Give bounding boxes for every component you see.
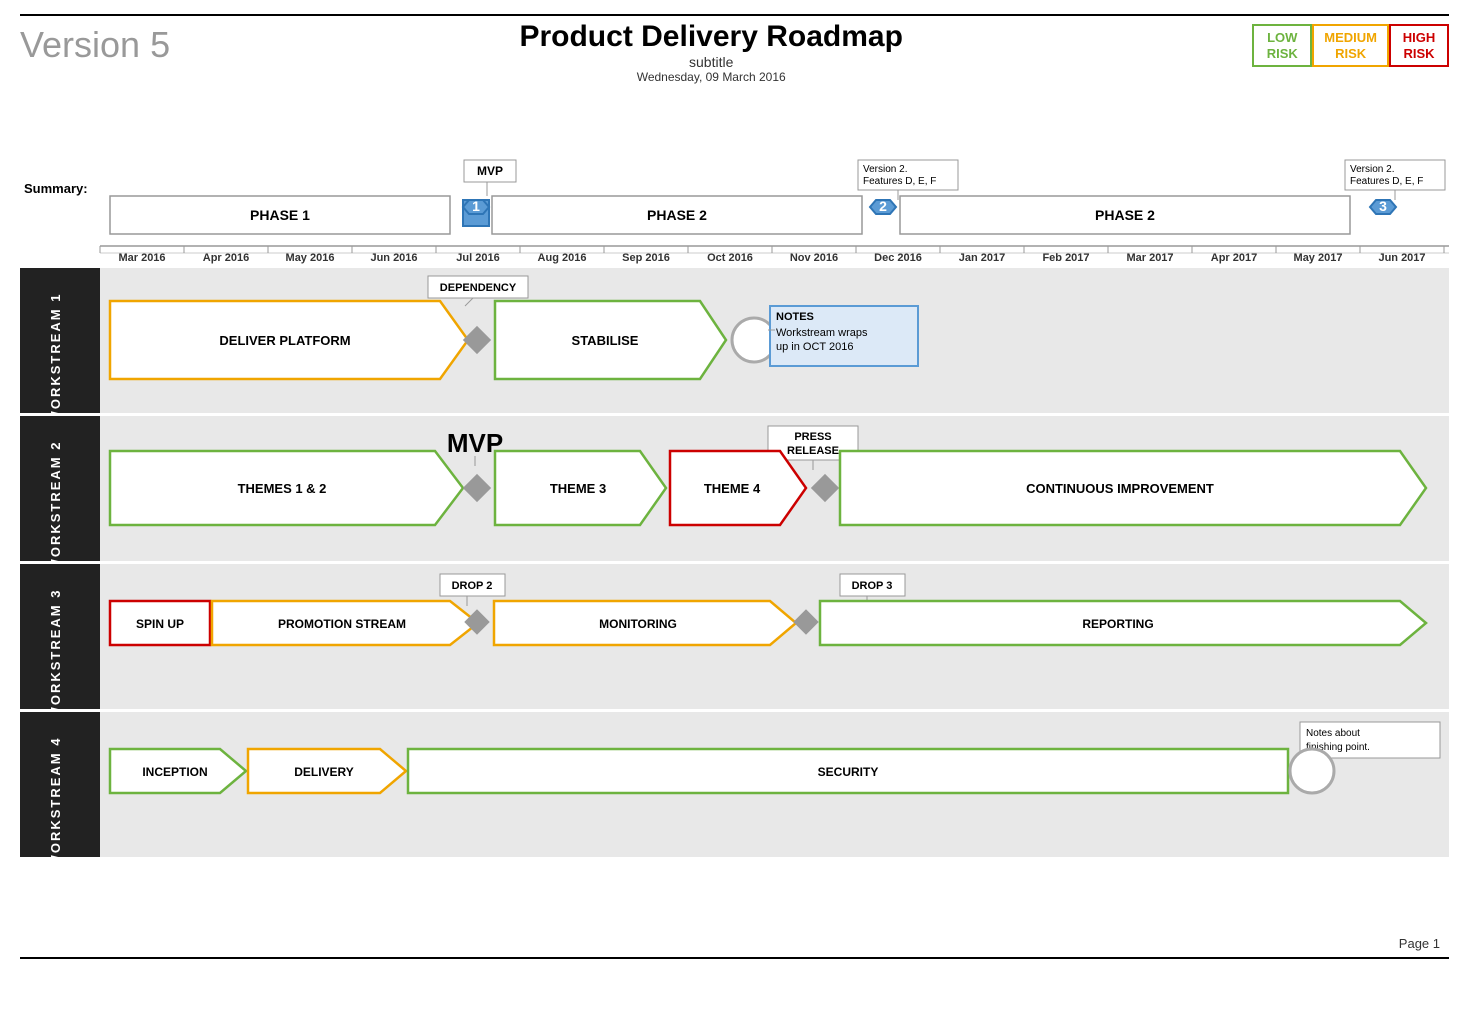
roadmap-svg: Summary: MVP Version 2. Features D, E, F… [20, 88, 1449, 968]
ws3-drop3: DROP 3 [852, 580, 893, 592]
ws2-theme4: THEME 4 [704, 481, 761, 496]
ws2-themes12: THEMES 1 & 2 [238, 481, 327, 496]
phase2-label-2: PHASE 2 [1095, 207, 1155, 223]
milestone1-num: 1 [472, 198, 480, 214]
svg-text:May 2017: May 2017 [1294, 252, 1343, 264]
svg-text:Nov 2016: Nov 2016 [790, 252, 838, 264]
svg-text:Aug 2016: Aug 2016 [538, 252, 587, 264]
ws3-spinup: SPIN UP [136, 617, 184, 631]
page-container: Version 5 Product Delivery Roadmap subti… [0, 0, 1469, 1023]
version2-callout-2-line1: Version 2. [1350, 164, 1394, 175]
title-block: Product Delivery Roadmap subtitle Wednes… [170, 20, 1252, 84]
svg-text:Apr 2017: Apr 2017 [1211, 252, 1257, 264]
phase1-label: PHASE 1 [250, 207, 310, 223]
ws4-note-line1: Notes about [1306, 728, 1360, 739]
ws2-press-line2: RELEASE [787, 445, 839, 457]
subtitle: subtitle [170, 54, 1252, 70]
risk-high-box: HIGHRISK [1389, 24, 1449, 67]
ws2-press-line1: PRESS [794, 431, 831, 443]
milestone2-num: 2 [879, 198, 887, 214]
ws3-monitoring: MONITORING [599, 617, 677, 631]
header: Version 5 Product Delivery Roadmap subti… [20, 20, 1449, 84]
date-text: Wednesday, 09 March 2016 [170, 70, 1252, 84]
main-title: Product Delivery Roadmap [170, 20, 1252, 54]
milestone3-num: 3 [1379, 198, 1387, 214]
ws3-reporting: REPORTING [1082, 617, 1153, 631]
risk-low-box: LOWRISK [1252, 24, 1312, 67]
svg-text:Mar 2016: Mar 2016 [118, 252, 165, 264]
ws1-deliver-platform: DELIVER PLATFORM [219, 333, 350, 348]
svg-text:Jun 2017: Jun 2017 [1378, 252, 1425, 264]
svg-text:Oct 2016: Oct 2016 [707, 252, 753, 264]
risk-legend: LOWRISK MEDIUMRISK HIGHRISK [1252, 24, 1449, 67]
months-row: Mar 2016 Apr 2016 May 2016 Jun 2016 Jul … [100, 246, 1444, 264]
phase2-label-1: PHASE 2 [647, 207, 707, 223]
roadmap-svg-container: Summary: MVP Version 2. Features D, E, F… [20, 88, 1449, 973]
ws1-stabilise: STABILISE [572, 333, 639, 348]
svg-text:Apr 2016: Apr 2016 [203, 252, 249, 264]
svg-text:Jun 2016: Jun 2016 [370, 252, 417, 264]
svg-text:Mar 2017: Mar 2017 [1126, 252, 1173, 264]
ws4-security: SECURITY [818, 765, 879, 779]
ws1-notes-title: NOTES [776, 311, 814, 323]
risk-medium-box: MEDIUMRISK [1312, 24, 1389, 67]
ws3-drop2: DROP 2 [452, 580, 493, 592]
mvp-callout: MVP [477, 164, 503, 178]
version2-callout-1-line1: Version 2. [863, 164, 907, 175]
version2-callout-1-line2: Features D, E, F [863, 176, 936, 187]
summary-label: Summary: [24, 181, 88, 196]
page-number: Page 1 [1399, 936, 1440, 951]
svg-text:Jul 2016: Jul 2016 [456, 252, 499, 264]
ws1-notes-line2: up in OCT 2016 [776, 341, 853, 353]
ws1-dependency: DEPENDENCY [440, 282, 517, 294]
ws2-label: WORKSTREAM 2 [48, 441, 63, 572]
ws4-label: WORKSTREAM 4 [48, 737, 63, 868]
ws2-continuous: CONTINUOUS IMPROVEMENT [1026, 481, 1214, 496]
top-separator [20, 14, 1449, 16]
ws4-inception: INCEPTION [142, 765, 207, 779]
ws3-label: WORKSTREAM 3 [48, 589, 63, 720]
svg-text:May 2016: May 2016 [286, 252, 335, 264]
svg-text:Dec 2016: Dec 2016 [874, 252, 922, 264]
ws1-label: WORKSTREAM 1 [48, 293, 63, 424]
version-label: Version 5 [20, 24, 170, 66]
svg-text:Sep 2016: Sep 2016 [622, 252, 670, 264]
ws4-delivery: DELIVERY [294, 765, 354, 779]
ws1-notes-line1: Workstream wraps [776, 327, 868, 339]
svg-text:Feb 2017: Feb 2017 [1042, 252, 1089, 264]
svg-text:Jan 2017: Jan 2017 [959, 252, 1005, 264]
ws3-promotion: PROMOTION STREAM [278, 617, 406, 631]
ws2-theme3: THEME 3 [550, 481, 606, 496]
version2-callout-2-line2: Features D, E, F [1350, 176, 1423, 187]
